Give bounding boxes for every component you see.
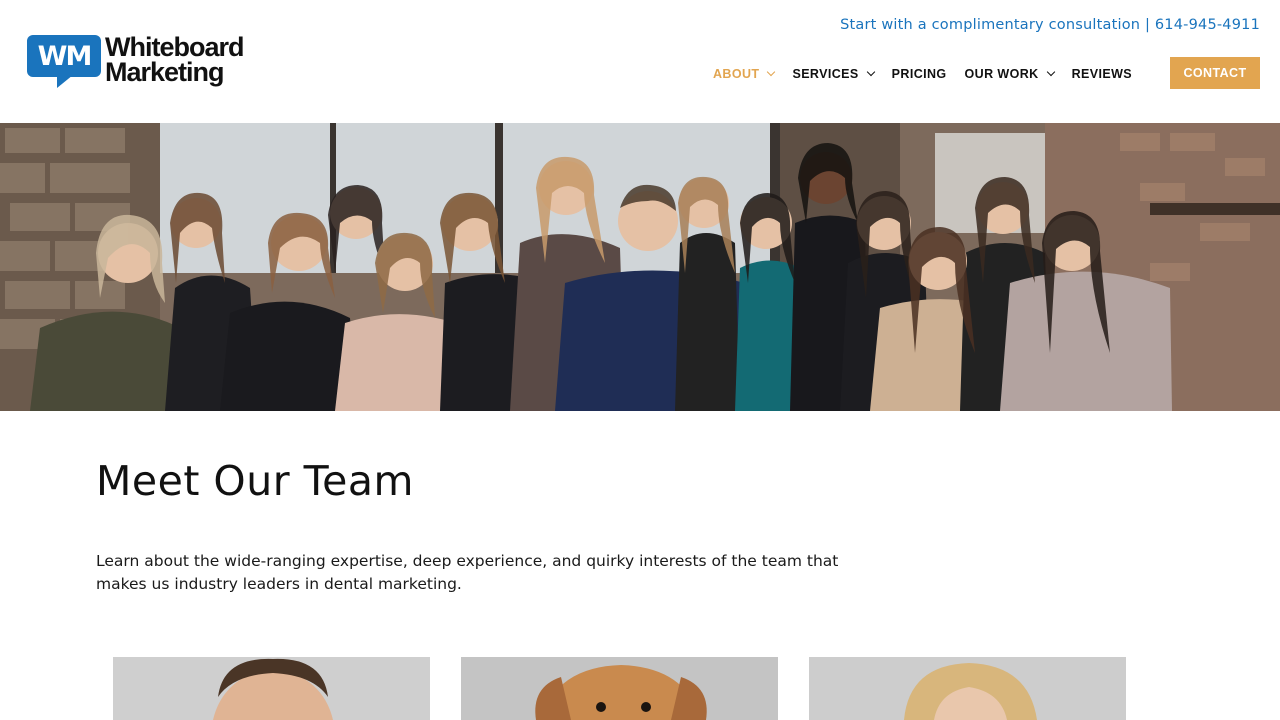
site-header: WM Whiteboard Marketing Start with a com… <box>0 0 1280 123</box>
logo-bubble-tail <box>57 75 73 88</box>
nav-item-reviews[interactable]: REVIEWS <box>1072 67 1132 81</box>
nav-item-label: PRICING <box>891 67 947 81</box>
nav-item-label: REVIEWS <box>1071 67 1133 81</box>
team-photo-illustration <box>0 123 1280 411</box>
chevron-down-icon <box>767 67 776 77</box>
nav-item-services[interactable]: SERVICES <box>792 67 875 81</box>
nav-item-label: OUR WORK <box>964 67 1039 81</box>
woman-portrait-photo <box>809 657 1126 720</box>
logo-badge: WM <box>27 35 101 88</box>
team-card-3[interactable] <box>809 657 1126 720</box>
dog-portrait-photo <box>461 657 778 720</box>
team-photo <box>0 123 1280 411</box>
team-card-1[interactable] <box>113 657 430 720</box>
team-card-2[interactable] <box>461 657 778 720</box>
site-logo[interactable]: WM Whiteboard Marketing <box>27 34 259 91</box>
man-portrait-photo <box>113 657 430 720</box>
nav-item-our-work[interactable]: OUR WORK <box>964 67 1055 81</box>
nav-item-label: SERVICES <box>792 67 859 81</box>
page-title: Meet Our Team <box>96 457 414 505</box>
nav-item-about[interactable]: ABOUT <box>713 67 776 81</box>
chevron-down-icon <box>1046 67 1055 77</box>
page-intro: Learn about the wide-ranging expertise, … <box>96 552 839 593</box>
nav-item-pricing[interactable]: PRICING <box>892 67 947 81</box>
logo-wordmark: Whiteboard Marketing <box>105 34 244 87</box>
logo-line-2: Marketing <box>105 57 225 87</box>
chevron-down-icon <box>866 67 875 77</box>
main-nav: ABOUT SERVICES PRICING OUR WORK REVIEWS <box>713 64 1150 84</box>
nav-item-label: ABOUT <box>713 67 760 81</box>
logo-speech-bubble-icon: WM <box>27 35 101 77</box>
consultation-phone-link[interactable]: Start with a complimentary consultation … <box>840 17 1260 33</box>
contact-button[interactable]: CONTACT <box>1170 57 1260 89</box>
